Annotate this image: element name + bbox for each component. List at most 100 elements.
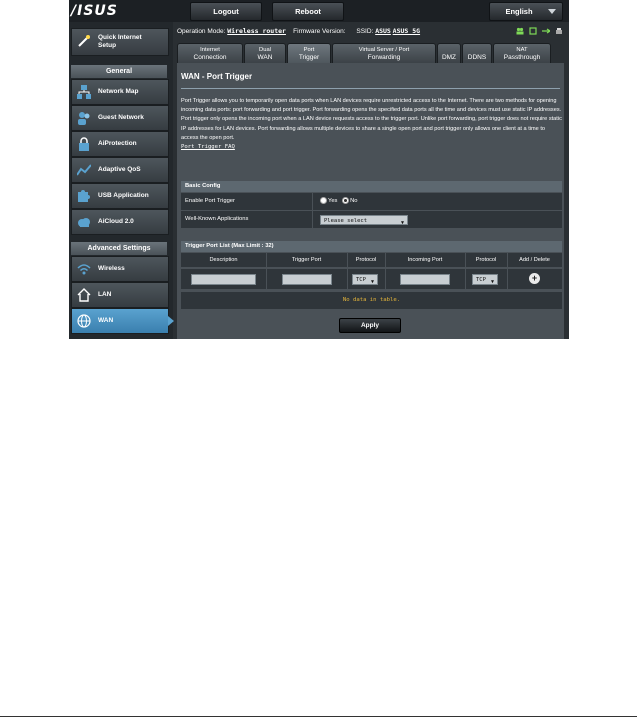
incoming-protocol-select[interactable]: TCP ▼ — [472, 274, 498, 285]
tab-label-line2: DDNS — [467, 54, 487, 61]
wellknown-apps-select[interactable]: Please select ▼ — [320, 215, 408, 226]
tab-dmz[interactable]: DMZ — [437, 43, 461, 64]
tab-dual-wan[interactable]: Dual WAN — [244, 43, 286, 64]
tab-label-line1: NAT — [516, 47, 528, 53]
column-separator — [465, 253, 466, 289]
operation-mode-link[interactable]: Wireless router — [227, 27, 286, 35]
sidebar-item-label: WAN — [98, 317, 114, 324]
apply-button[interactable]: Apply — [339, 318, 401, 333]
column-separator — [266, 253, 267, 289]
chevron-down-icon: ▼ — [400, 220, 404, 226]
enable-port-trigger-row: Enable Port Trigger Yes No — [181, 193, 562, 211]
sidebar-item-network-map[interactable]: Network Map — [71, 79, 169, 105]
column-separator — [385, 253, 386, 289]
status-row: Operation Mode: Wireless router Firmware… — [177, 23, 569, 39]
network-map-icon — [77, 85, 91, 99]
cloud-icon — [77, 215, 91, 229]
chevron-down-icon: ▼ — [490, 279, 494, 285]
usb-icon[interactable] — [542, 26, 552, 34]
sidebar-item-wan[interactable]: WAN — [71, 308, 169, 334]
sidebar-item-quick-setup[interactable]: Quick Internet Setup — [71, 28, 169, 56]
no-label: No — [350, 198, 358, 204]
enable-radio-group: Yes No — [320, 193, 358, 210]
sidebar-item-usb-application[interactable]: USB Application — [71, 183, 169, 209]
reboot-button[interactable]: Reboot — [272, 2, 344, 21]
wellknown-label: Well-Known Applications — [185, 216, 249, 222]
ssid-label: SSID: — [356, 28, 374, 35]
ssid-2-link[interactable]: ASUS_5G — [393, 27, 420, 35]
home-icon — [77, 288, 91, 302]
col-protocol: Protocol — [355, 257, 377, 263]
tab-label-line2: Forwarding — [367, 54, 401, 61]
lock-icon — [77, 137, 91, 151]
trigger-protocol-select[interactable]: TCP ▼ — [352, 274, 378, 285]
tab-label-line2: WAN — [257, 54, 273, 61]
tab-port-trigger[interactable]: Port Trigger — [287, 43, 331, 64]
firmware-label: Firmware Version: — [293, 28, 346, 35]
trigger-port-input[interactable] — [282, 274, 332, 285]
router-admin-screenshot: /ISUS Logout Reboot English Operation Mo… — [69, 0, 569, 339]
sidebar-item-label: Adaptive QoS — [98, 166, 141, 173]
no-radio[interactable] — [342, 196, 350, 204]
trigger-input-row: TCP ▼ TCP ▼ + — [181, 268, 562, 289]
tab-virtual-server[interactable]: Virtual Server / Port Forwarding — [332, 43, 436, 64]
usb-device-icon[interactable] — [529, 26, 537, 35]
sidebar-item-label: Wireless — [98, 265, 125, 272]
sidebar-item-label: AiProtection — [98, 140, 137, 147]
tab-label-line2: Connection — [193, 54, 227, 61]
sidebar-item-label: Quick Internet Setup — [98, 34, 142, 49]
ssid-1-link[interactable]: ASUS — [375, 27, 391, 35]
page-footer-rule — [0, 716, 637, 717]
title-divider — [181, 88, 560, 89]
chevron-down-icon: ▼ — [370, 279, 374, 285]
sidebar-item-label: AiCloud 2.0 — [98, 218, 134, 225]
sidebar-item-label: Guest Network — [98, 114, 144, 121]
page-title: WAN - Port Trigger — [181, 72, 253, 81]
col-description: Description — [209, 257, 238, 263]
faq-link[interactable]: Port Trigger FAQ — [181, 143, 562, 152]
clients-icon[interactable] — [516, 26, 524, 35]
sidebar-item-aiprotection[interactable]: AiProtection — [71, 131, 169, 157]
operation-mode-label: Operation Mode: — [177, 28, 226, 35]
tab-label-line2: Passthrough — [503, 54, 541, 61]
column-separator — [347, 253, 348, 289]
description-input[interactable] — [191, 274, 256, 285]
col-add-delete: Add / Delete — [519, 257, 550, 263]
sidebar-item-aicloud[interactable]: AiCloud 2.0 — [71, 209, 169, 235]
sidebar-item-adaptive-qos[interactable]: Adaptive QoS — [71, 157, 169, 183]
col-trigger-port: Trigger Port — [291, 257, 322, 263]
tab-nat-passthrough[interactable]: NAT Passthrough — [493, 43, 551, 64]
wellknown-apps-value: Please select — [324, 218, 368, 224]
language-select[interactable]: English — [489, 2, 563, 21]
language-label: English — [505, 7, 533, 16]
field-divider — [312, 193, 313, 210]
col-protocol-2: Protocol — [475, 257, 497, 263]
tab-ddns[interactable]: DDNS — [462, 43, 492, 64]
basic-config-head: Basic Config — [181, 181, 562, 192]
sidebar-item-lan[interactable]: LAN — [71, 282, 169, 308]
status-icons — [516, 26, 563, 35]
yes-label: Yes — [328, 198, 338, 204]
printer-icon[interactable] — [555, 26, 563, 34]
top-bar: /ISUS Logout Reboot English — [69, 0, 569, 22]
page-description: Port Trigger allows you to temporarily o… — [181, 97, 562, 152]
tab-label-line1: Port — [303, 47, 315, 53]
sidebar: Quick Internet Setup General Network Map… — [69, 22, 173, 339]
guest-users-icon — [77, 111, 91, 125]
tab-internet-connection[interactable]: Internet Connection — [177, 43, 243, 64]
sidebar-item-label: USB Application — [98, 192, 149, 199]
tab-label-line2: DMZ — [441, 54, 457, 61]
tab-label-line2: Trigger — [298, 54, 320, 61]
add-plus-icon[interactable]: + — [529, 273, 540, 284]
yes-radio[interactable] — [320, 196, 327, 204]
active-pointer-icon — [168, 316, 174, 326]
general-section-head: General — [71, 65, 167, 78]
logout-button[interactable]: Logout — [190, 2, 262, 21]
magic-wand-icon — [77, 34, 91, 48]
sidebar-item-guest-network[interactable]: Guest Network — [71, 105, 169, 131]
column-separator — [507, 253, 508, 289]
incoming-port-input[interactable] — [400, 274, 450, 285]
sidebar-item-label: LAN — [98, 291, 112, 298]
protocol-value: TCP — [356, 277, 366, 283]
sidebar-item-wireless[interactable]: Wireless — [71, 256, 169, 282]
